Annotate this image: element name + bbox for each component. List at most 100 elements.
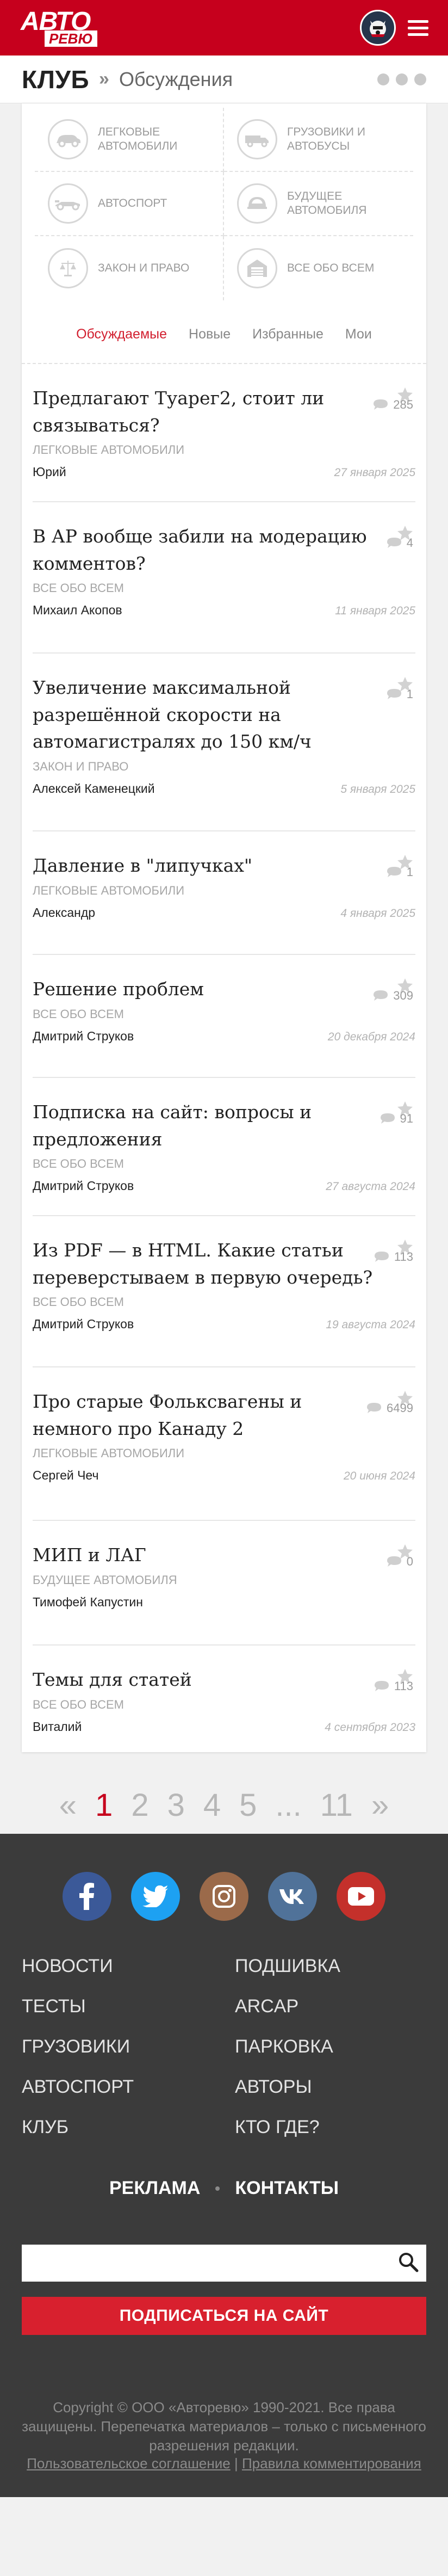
search-icon[interactable] xyxy=(398,2252,419,2275)
category-future-car[interactable]: Будущее автомобиля xyxy=(224,172,413,236)
post-title[interactable]: Увеличение максимальной разрешённой скор… xyxy=(33,674,415,755)
post-title[interactable]: Давление в "липучках" xyxy=(33,852,415,879)
post-title[interactable]: Про старые Фольксвагены и немного про Ка… xyxy=(33,1388,415,1442)
post-author[interactable]: Михаил Акопов xyxy=(33,603,122,618)
post-category[interactable]: ВСЕ ОБО ВСЕМ xyxy=(33,1698,415,1712)
advertising-link[interactable]: Реклама xyxy=(109,2178,200,2199)
page-1[interactable]: 1 xyxy=(95,1787,113,1823)
user-agreement-link[interactable]: Пользовательское соглашение xyxy=(27,2455,231,2472)
post-title[interactable]: МИП и ЛАГ xyxy=(33,1542,415,1569)
comment-count[interactable]: 6499 xyxy=(366,1401,413,1415)
footer-nav-item[interactable]: Новости xyxy=(22,1946,213,1986)
vk-icon[interactable] xyxy=(268,1872,317,1921)
footer-nav-item[interactable]: Клуб xyxy=(22,2107,213,2147)
page-2[interactable]: 2 xyxy=(131,1787,148,1823)
page-3[interactable]: 3 xyxy=(167,1787,185,1823)
comment-count[interactable]: 309 xyxy=(372,989,413,1003)
post-title[interactable]: В АР вообще забили на модерацию комменто… xyxy=(33,523,415,577)
category-label: Все обо всем xyxy=(287,261,375,274)
category-law[interactable]: Закон и право xyxy=(35,236,224,300)
post-title[interactable]: Из PDF — в HTML. Какие статьи переверсты… xyxy=(33,1237,415,1291)
site-logo[interactable]: АВТО РЕВЮ xyxy=(21,5,97,50)
search-input[interactable] xyxy=(32,2254,358,2272)
discussion-post[interactable]: Предлагают Туарег2, стоит ли связываться… xyxy=(22,364,426,502)
comment-count[interactable]: 113 xyxy=(374,1679,413,1693)
page-prev[interactable]: « xyxy=(59,1787,77,1823)
comment-count[interactable]: 113 xyxy=(374,1250,413,1264)
post-title[interactable]: Решение проблем xyxy=(33,976,415,1003)
post-author[interactable]: Дмитрий Струков xyxy=(33,1029,134,1044)
category-passenger-cars[interactable]: Легковые автомобили xyxy=(35,108,224,172)
comment-count-value: 1 xyxy=(406,865,413,879)
page-next[interactable]: » xyxy=(371,1787,389,1823)
footer-navigation: Новости Подшивка Тесты ARCAP Грузовики Парков… xyxy=(22,1946,426,2147)
footer-nav-item[interactable]: Грузовики xyxy=(22,2026,213,2067)
tab-new[interactable]: Новые xyxy=(189,326,231,342)
subscribe-button[interactable]: Подписаться на сайт xyxy=(22,2297,426,2335)
more-options-button[interactable] xyxy=(377,73,426,85)
comment-count[interactable]: 4 xyxy=(386,536,413,550)
twitter-icon[interactable] xyxy=(131,1872,180,1921)
post-category[interactable]: БУДУЩЕЕ АВТОМОБИЛЯ xyxy=(33,1573,415,1587)
comment-count[interactable]: 285 xyxy=(372,398,413,412)
page-11[interactable]: 11 xyxy=(320,1787,353,1823)
discussion-post[interactable]: МИП и ЛАГ БУДУЩЕЕ АВТОМОБИЛЯ Тимофей Кап… xyxy=(22,1521,426,1646)
comment-count[interactable]: 0 xyxy=(386,1555,413,1569)
comment-count[interactable]: 1 xyxy=(386,865,413,879)
footer-nav-item[interactable]: Подшивка xyxy=(235,1946,426,1986)
menu-icon[interactable] xyxy=(408,20,428,36)
post-category[interactable]: ВСЕ ОБО ВСЕМ xyxy=(33,1295,415,1309)
post-author[interactable]: Сергей Чеч xyxy=(33,1468,98,1483)
tab-discussed[interactable]: Обсуждаемые xyxy=(76,326,167,342)
post-category[interactable]: ЛЕГКОВЫЕ АВТОМОБИЛИ xyxy=(33,884,415,898)
scales-icon xyxy=(48,248,88,288)
discussion-post[interactable]: Темы для статей ВСЕ ОБО ВСЕМ Виталий 4 с… xyxy=(22,1646,426,1752)
footer-nav-item[interactable]: ARCAP xyxy=(235,1986,426,2026)
discussion-post[interactable]: Про старые Фольксвагены и немного про Ка… xyxy=(22,1367,426,1521)
discussion-post[interactable]: Увеличение максимальной разрешённой скор… xyxy=(22,654,426,831)
post-category[interactable]: ВСЕ ОБО ВСЕМ xyxy=(33,1157,415,1171)
tab-mine[interactable]: Мои xyxy=(345,326,372,342)
category-trucks-buses[interactable]: Грузовики и автобусы xyxy=(224,108,413,172)
post-author[interactable]: Алексей Каменецкий xyxy=(33,781,155,796)
breadcrumb-section[interactable]: КЛУБ xyxy=(22,65,89,94)
discussion-post[interactable]: Подписка на сайт: вопросы и предложения … xyxy=(22,1078,426,1216)
comment-count[interactable]: 91 xyxy=(379,1112,413,1126)
post-title[interactable]: Темы для статей xyxy=(33,1666,415,1693)
page-4[interactable]: 4 xyxy=(203,1787,221,1823)
contacts-link[interactable]: Контакты xyxy=(235,2178,339,2199)
discussion-post[interactable]: Решение проблем ВСЕ ОБО ВСЕМ Дмитрий Стр… xyxy=(22,955,426,1078)
comment-rules-link[interactable]: Правила комментирования xyxy=(242,2455,421,2472)
category-motorsport[interactable]: Автоспорт xyxy=(35,172,224,236)
instagram-icon[interactable] xyxy=(200,1872,248,1921)
page-5[interactable]: 5 xyxy=(239,1787,257,1823)
footer-nav-item[interactable]: Автоспорт xyxy=(22,2067,213,2107)
post-author[interactable]: Виталий xyxy=(33,1720,82,1734)
discussion-post[interactable]: Давление в "липучках" ЛЕГКОВЫЕ АВТОМОБИЛ… xyxy=(22,831,426,955)
post-category[interactable]: ЛЕГКОВЫЕ АВТОМОБИЛИ xyxy=(33,443,415,457)
post-title[interactable]: Подписка на сайт: вопросы и предложения xyxy=(33,1099,415,1153)
discussion-post[interactable]: Из PDF — в HTML. Какие статьи переверсты… xyxy=(22,1216,426,1367)
post-author[interactable]: Дмитрий Струков xyxy=(33,1179,134,1193)
category-everything[interactable]: Все обо всем xyxy=(224,236,413,300)
footer-nav-item[interactable]: Авторы xyxy=(235,2067,426,2107)
post-author[interactable]: Дмитрий Струков xyxy=(33,1317,134,1332)
facebook-icon[interactable] xyxy=(63,1872,111,1921)
user-avatar[interactable] xyxy=(360,10,396,46)
youtube-icon[interactable] xyxy=(337,1872,385,1921)
footer-nav-item[interactable]: Кто где? xyxy=(235,2107,426,2147)
post-author[interactable]: Юрий xyxy=(33,465,66,479)
post-category[interactable]: ВСЕ ОБО ВСЕМ xyxy=(33,1007,415,1021)
post-author[interactable]: Тимофей Капустин xyxy=(33,1595,143,1610)
post-author[interactable]: Александр xyxy=(33,905,95,920)
discussion-post[interactable]: В АР вообще забили на модерацию комменто… xyxy=(22,502,426,654)
footer-nav-item[interactable]: Тесты xyxy=(22,1986,213,2026)
page-titlebar: КЛУБ » Обсуждения xyxy=(0,56,448,103)
tab-favorites[interactable]: Избранные xyxy=(252,326,323,342)
post-title[interactable]: Предлагают Туарег2, стоит ли связываться… xyxy=(33,385,415,439)
post-category[interactable]: ВСЕ ОБО ВСЕМ xyxy=(33,581,415,595)
post-category[interactable]: ЛЕГКОВЫЕ АВТОМОБИЛИ xyxy=(33,1446,415,1460)
footer-nav-item[interactable]: Парковка xyxy=(235,2026,426,2067)
comment-count[interactable]: 1 xyxy=(386,687,413,701)
post-category[interactable]: ЗАКОН И ПРАВО xyxy=(33,760,415,774)
